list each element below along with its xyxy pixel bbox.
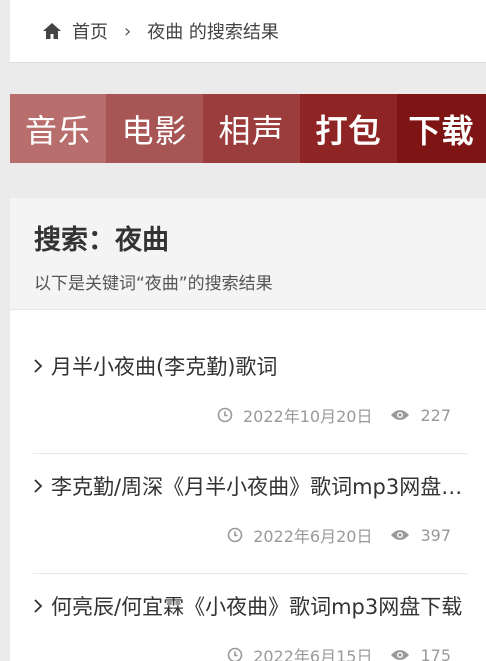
clock-icon [227,527,243,543]
result-title: 何亮辰/何宜霖《小夜曲》歌词mp3网盘下载 [51,595,463,619]
result-meta: 2022年6月15日 175 [33,643,467,661]
clock-icon [217,407,233,423]
chevron-right-icon [34,479,43,493]
breadcrumb-current: 夜曲 的搜索结果 [147,22,279,43]
eye-icon [391,530,410,540]
result-views: 227 [420,405,451,425]
category-nav: 音乐 电影 相声 打包 下载 [10,94,486,163]
category-bundle[interactable]: 打包 [300,94,397,163]
result-meta: 2022年6月20日 397 [33,523,467,547]
breadcrumb-separator: › [124,20,132,42]
category-movie[interactable]: 电影 [106,94,203,163]
result-title: 月半小夜曲(李克勤)歌词 [51,355,278,379]
result-views: 175 [420,645,451,661]
category-crosstalk[interactable]: 相声 [203,94,300,163]
result-title: 李克勤/周深《月半小夜曲》歌词mp3网盘下载 [51,475,467,499]
result-meta: 2022年10月20日 227 [33,403,467,427]
result-title-link[interactable]: 月半小夜曲(李克勤)歌词 [33,351,467,381]
eye-icon [391,650,410,660]
breadcrumb: 首页 › 夜曲 的搜索结果 [10,0,486,63]
result-date: 2022年6月20日 [253,527,373,546]
chevron-right-icon [34,599,43,613]
search-title: 搜索：夜曲 [34,225,169,256]
result-title-link[interactable]: 何亮辰/何宜霖《小夜曲》歌词mp3网盘下载 [33,591,467,621]
result-date: 2022年6月15日 [253,647,373,661]
clock-icon [227,647,243,661]
result-item: 李克勤/周深《月半小夜曲》歌词mp3网盘下载 2022年6月20日 397 [33,471,467,574]
result-item: 何亮辰/何宜霖《小夜曲》歌词mp3网盘下载 2022年6月15日 175 [33,591,467,661]
breadcrumb-home-link[interactable]: 首页 [72,18,108,44]
chevron-right-icon [34,359,43,373]
eye-icon [391,410,410,420]
search-subtitle: 以下是关键词“夜曲”的搜索结果 [34,274,273,294]
result-views: 397 [420,525,451,545]
result-title-link[interactable]: 李克勤/周深《月半小夜曲》歌词mp3网盘下载 [33,471,467,501]
result-date: 2022年10月20日 [243,407,373,426]
search-header: 搜索：夜曲 以下是关键词“夜曲”的搜索结果 [10,198,486,310]
home-icon [43,23,61,39]
search-results-panel: 搜索：夜曲 以下是关键词“夜曲”的搜索结果 月半小夜曲(李克勤)歌词 2022年… [10,198,486,661]
category-music[interactable]: 音乐 [10,94,106,163]
result-item: 月半小夜曲(李克勤)歌词 2022年10月20日 227 [33,351,467,454]
category-download[interactable]: 下载 [397,94,486,163]
